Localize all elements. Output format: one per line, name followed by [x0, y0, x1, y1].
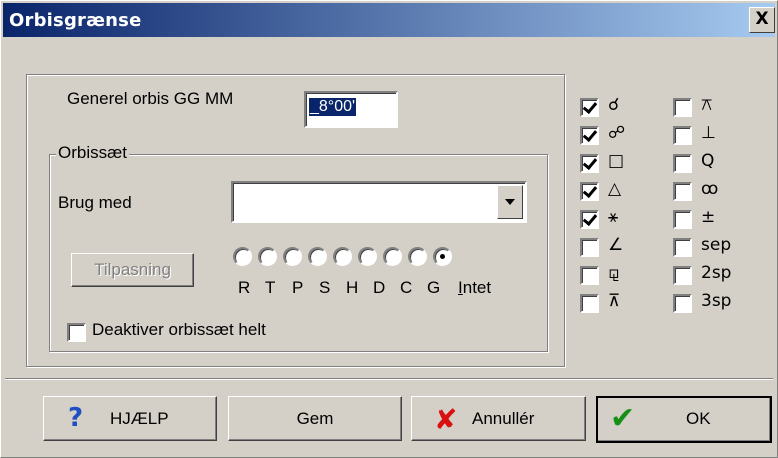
aspect-checkbox[interactable]	[673, 238, 692, 257]
radio-label-c: C	[400, 278, 413, 297]
separator	[5, 378, 773, 380]
radio-label-t: T	[265, 278, 276, 297]
aspect-symbol: ⊥	[701, 123, 716, 143]
aspect-checkbox[interactable]	[580, 126, 599, 145]
radio-h[interactable]	[333, 247, 352, 266]
cancel-button[interactable]: ✘ Annullér	[411, 396, 586, 441]
aspect-checkbox[interactable]	[673, 154, 692, 173]
ok-button[interactable]: ✔ OK	[596, 396, 772, 443]
ok-label: OK	[686, 409, 711, 428]
radio-g[interactable]	[408, 247, 427, 266]
aspect-checkbox[interactable]	[580, 210, 599, 229]
radio-c[interactable]	[383, 247, 402, 266]
aspect-checkbox[interactable]	[580, 294, 599, 313]
intet-text: ntet	[462, 278, 492, 297]
radio-label-h: H	[346, 278, 359, 297]
aspect-checkbox[interactable]	[580, 154, 599, 173]
radio-label-p: P	[292, 278, 304, 297]
radio-label-d: D	[373, 278, 386, 297]
brug-med-select[interactable]	[231, 181, 527, 223]
aspect-symbol: 3sp	[701, 291, 732, 311]
aspect-checkbox[interactable]	[580, 266, 599, 285]
close-button[interactable]: X	[749, 7, 775, 33]
aspect-checkbox[interactable]	[673, 98, 692, 117]
aspect-symbol: □	[608, 151, 625, 171]
radio-d[interactable]	[358, 247, 377, 266]
tilpasning-label: Tilpasning	[94, 260, 171, 279]
aspect-checkbox[interactable]	[580, 182, 599, 201]
save-button[interactable]: Gem	[228, 396, 402, 441]
radio-p[interactable]	[283, 247, 302, 266]
radio-label-g: G	[427, 278, 441, 297]
aspect-symbol: ☍	[608, 123, 626, 143]
chevron-down-icon[interactable]	[497, 185, 523, 219]
aspect-checkbox[interactable]	[580, 238, 599, 257]
aspect-checkbox[interactable]	[580, 98, 599, 117]
aspect-symbol: ꝏ	[701, 179, 719, 199]
aspect-checkbox[interactable]	[673, 182, 692, 201]
general-orbis-label: Generel orbis GG MM	[67, 89, 234, 108]
save-label: Gem	[296, 409, 334, 428]
cancel-label: Annullér	[472, 409, 535, 428]
radio-s[interactable]	[308, 247, 327, 266]
aspect-symbol: ⊼	[608, 291, 621, 311]
aspect-symbol: ⚹	[608, 207, 619, 227]
radio-t[interactable]	[258, 247, 277, 266]
aspect-symbol: ⚼	[608, 263, 620, 283]
tilpasning-button[interactable]: Tilpasning	[71, 253, 194, 287]
radio-label-r: R	[238, 278, 251, 297]
radio-intet[interactable]	[433, 247, 452, 266]
checkmark-icon: ✔	[610, 401, 636, 436]
intet-label: Intet	[458, 278, 492, 297]
help-button[interactable]: ? HJÆLP	[43, 396, 217, 441]
radio-label-s: S	[319, 278, 331, 297]
aspect-checkbox[interactable]	[673, 210, 692, 229]
cancel-icon: ✘	[434, 403, 458, 436]
general-orbis-input[interactable]: _8°00'	[304, 91, 398, 128]
radio-r[interactable]	[233, 247, 252, 266]
aspect-symbol: △	[608, 179, 622, 199]
aspect-checkbox[interactable]	[673, 294, 692, 313]
orbisset-group: Orbissæt Brug med Tilpasning RTPSHDCG In…	[49, 143, 548, 352]
brug-med-label: Brug med	[58, 193, 132, 212]
aspect-symbol: ☌	[608, 95, 620, 115]
orbisset-group-label: Orbissæt	[56, 143, 129, 163]
question-icon: ?	[68, 403, 84, 433]
deaktiver-label: Deaktiver orbissæt helt	[92, 320, 266, 339]
aspect-symbol: Q	[701, 151, 715, 171]
deaktiver-checkbox[interactable]	[67, 323, 86, 342]
dialog-window: Orbisgrænse X Generel orbis GG MM _8°00'…	[0, 0, 778, 458]
window-title: Orbisgrænse	[9, 10, 142, 31]
aspect-symbol: ±	[701, 207, 716, 227]
general-orbis-value: _8°00'	[309, 98, 357, 116]
aspect-checkbox[interactable]	[673, 266, 692, 285]
aspect-symbol: sep	[701, 235, 732, 255]
title-bar[interactable]: Orbisgrænse X	[3, 3, 775, 37]
aspect-checkbox[interactable]	[673, 126, 692, 145]
aspect-symbol: ⚻	[701, 95, 713, 115]
aspect-symbol: 2sp	[701, 263, 732, 283]
help-label: HJÆLP	[110, 409, 169, 428]
aspect-symbol: ∠	[608, 235, 624, 255]
orbis-panel: Generel orbis GG MM _8°00' Orbissæt Brug…	[26, 74, 565, 367]
